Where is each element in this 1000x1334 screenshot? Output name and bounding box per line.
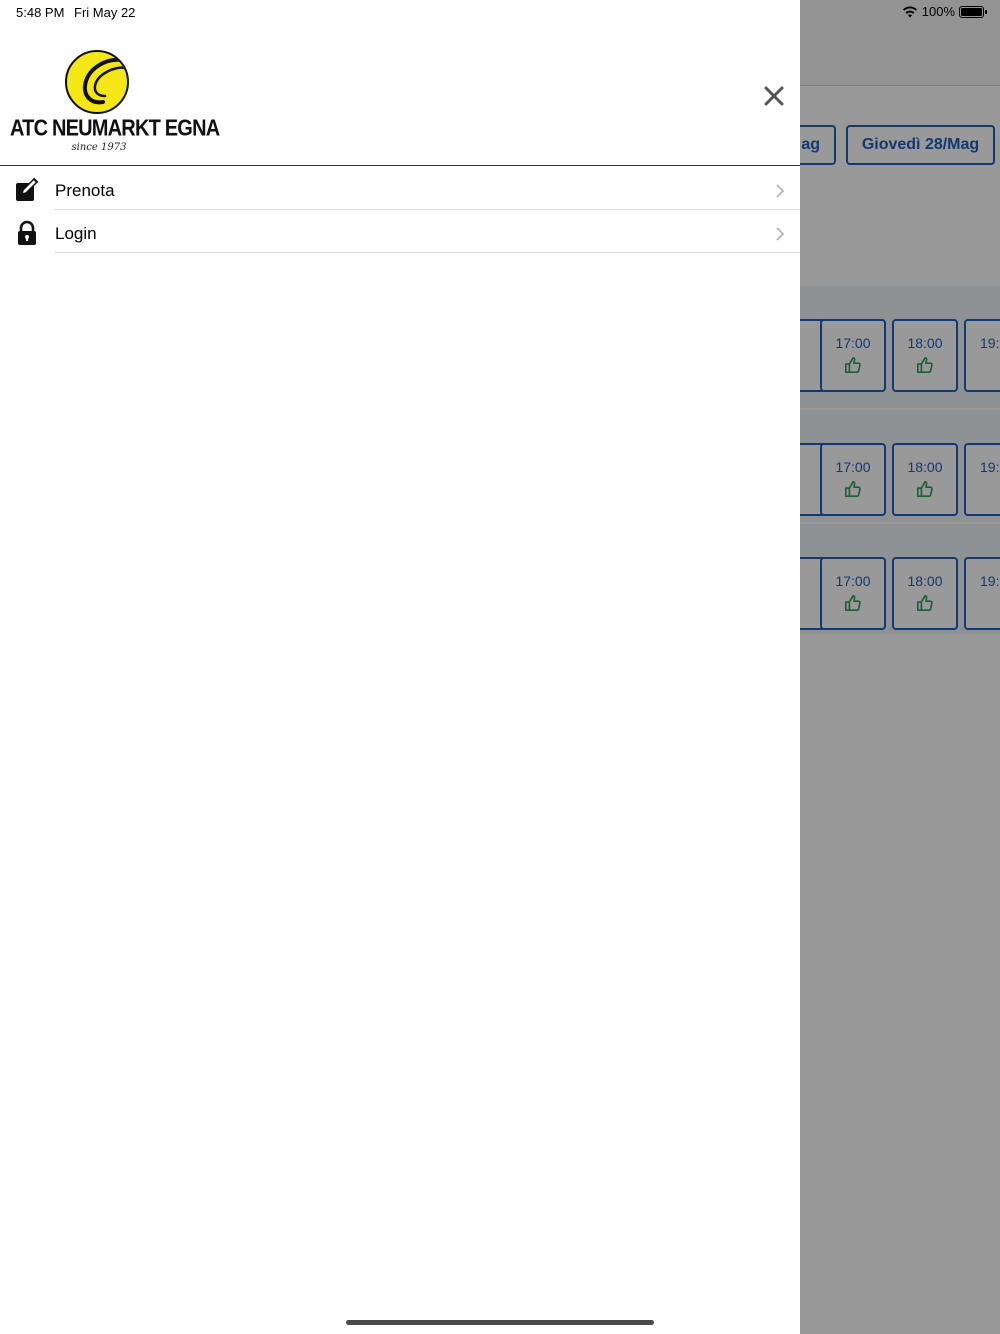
- menu-separator: [55, 252, 800, 253]
- drawer-menu: Prenota Login: [0, 167, 800, 253]
- menu-item-login[interactable]: Login: [0, 210, 800, 253]
- club-name: ATC NEUMARKT EGNA: [10, 116, 220, 142]
- tennis-ball-icon: [65, 50, 129, 114]
- lock-icon: [18, 220, 36, 245]
- edit-icon: [16, 177, 39, 201]
- chevron-right-icon: [776, 227, 785, 241]
- status-time: 5:48 PM: [16, 5, 65, 20]
- drawer-header: ATC NEUMARKT EGNA since 1973: [0, 24, 800, 166]
- battery-icon: [959, 5, 987, 18]
- status-right: 100%: [902, 4, 987, 19]
- club-logo: ATC NEUMARKT EGNA since 1973: [8, 48, 220, 158]
- wifi-icon: [902, 6, 917, 17]
- home-indicator[interactable]: [346, 1320, 654, 1325]
- close-button[interactable]: [758, 80, 790, 112]
- battery-percent: 100%: [921, 4, 955, 19]
- side-drawer: ATC NEUMARKT EGNA since 1973 Prenota Log…: [0, 0, 800, 1334]
- status-bar: 5:48 PM Fri May 22 100%: [0, 0, 1000, 24]
- status-date: Fri May 22: [74, 5, 136, 20]
- close-icon: [764, 86, 784, 106]
- menu-item-label: Login: [55, 224, 97, 243]
- menu-item-prenota[interactable]: Prenota: [0, 167, 800, 210]
- menu-item-label: Prenota: [55, 181, 115, 200]
- club-tagline: since 1973: [71, 142, 127, 153]
- chevron-right-icon: [776, 184, 785, 198]
